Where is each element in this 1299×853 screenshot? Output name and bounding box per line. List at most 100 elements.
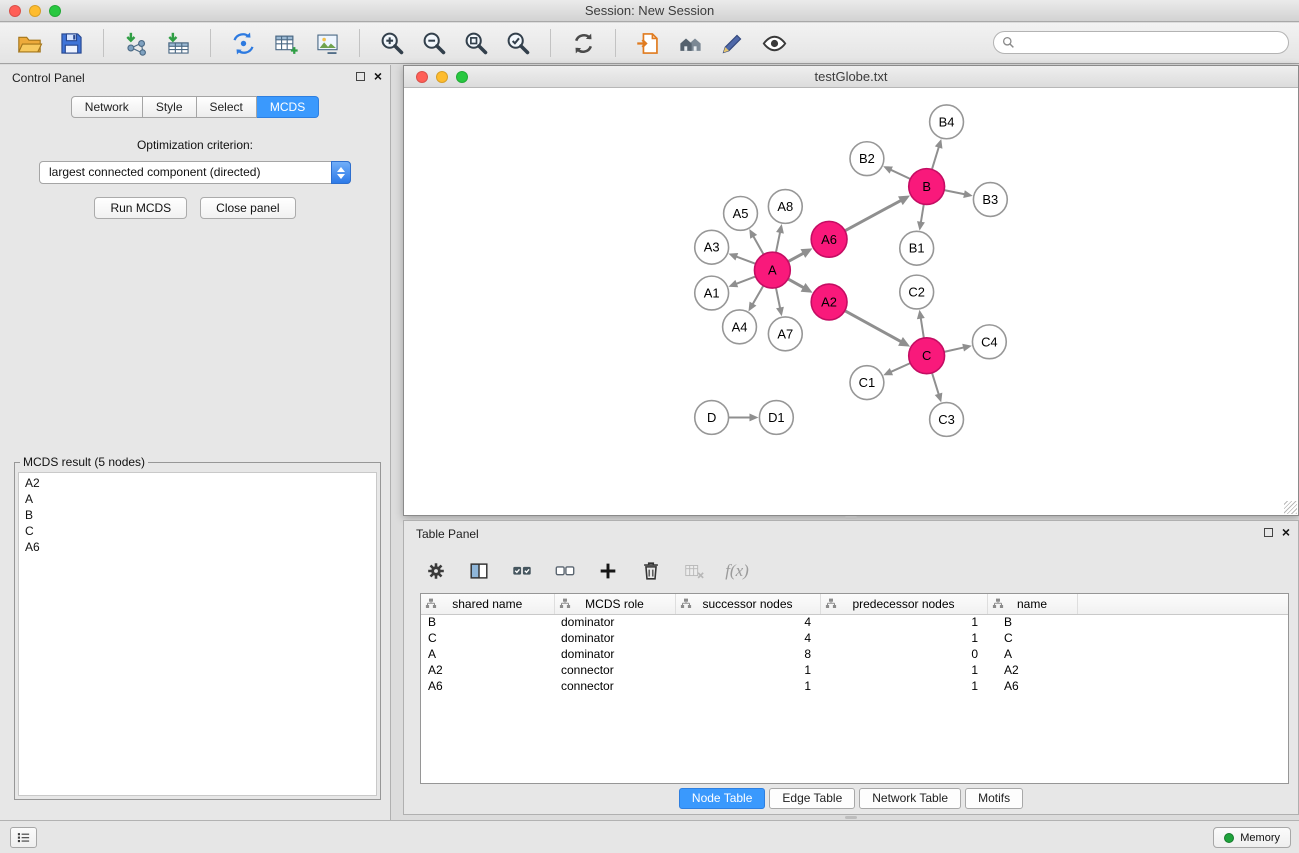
table-row[interactable]: Adominator80A (421, 646, 1288, 662)
network-minimize-button[interactable] (436, 71, 448, 83)
table-cell[interactable]: 1 (820, 662, 987, 678)
graph-edge-C-C4[interactable] (944, 344, 972, 352)
network-close-button[interactable] (416, 71, 428, 83)
graph-node-C[interactable]: C (909, 338, 945, 374)
graph-node-A6[interactable]: A6 (811, 221, 847, 257)
graph-edge-B-B3[interactable] (944, 190, 973, 198)
graph-node-A8[interactable]: A8 (768, 190, 802, 224)
table-cell[interactable]: C (987, 630, 1077, 646)
bottom-splitter-handle[interactable] (845, 816, 857, 819)
add-column-button[interactable] (594, 557, 622, 585)
new-table-button[interactable] (264, 25, 306, 61)
open-session-button[interactable] (8, 25, 50, 61)
table-cell[interactable]: A2 (421, 662, 554, 678)
graph-edge-A-A2[interactable] (788, 279, 813, 293)
gear-button[interactable] (422, 557, 450, 585)
table-cell[interactable]: 8 (675, 646, 820, 662)
resize-grip-icon[interactable] (1284, 501, 1297, 514)
table-row[interactable]: A6connector11A6 (421, 678, 1288, 694)
graph-node-C2[interactable]: C2 (900, 275, 934, 309)
graph-node-A2[interactable]: A2 (811, 284, 847, 320)
column-header[interactable]: MCDS role (554, 594, 675, 614)
graph-edge-A-A8[interactable] (776, 224, 784, 253)
minimize-window-button[interactable] (29, 5, 41, 17)
network-graph[interactable]: B4B2BB3A5A8A6B1A3AA1A2C2A4A7C4CC1C3DD1 (405, 89, 1297, 514)
graph-node-B2[interactable]: B2 (850, 142, 884, 176)
tab-select[interactable]: Select (197, 96, 257, 118)
tab-network[interactable]: Network (71, 96, 143, 118)
close-window-button[interactable] (9, 5, 21, 17)
graph-edge-C-C3[interactable] (932, 373, 942, 402)
table-cell[interactable]: 0 (820, 646, 987, 662)
table-row[interactable]: Cdominator41C (421, 630, 1288, 646)
graph-node-A4[interactable]: A4 (723, 310, 757, 344)
table-cell[interactable]: A6 (987, 678, 1077, 694)
open-document-button[interactable] (627, 25, 669, 61)
network-canvas[interactable]: B4B2BB3A5A8A6B1A3AA1A2C2A4A7C4CC1C3DD1 (405, 89, 1297, 514)
graph-node-A1[interactable]: A1 (695, 276, 729, 310)
columns-button[interactable] (465, 557, 493, 585)
table-row[interactable]: A2connector11A2 (421, 662, 1288, 678)
graph-node-A[interactable]: A (754, 252, 790, 288)
zoom-in-button[interactable] (371, 25, 413, 61)
graph-edge-A6-B[interactable] (845, 196, 910, 231)
refresh-button[interactable] (562, 25, 604, 61)
graph-edge-A-A7[interactable] (776, 288, 784, 317)
task-history-button[interactable] (10, 827, 37, 848)
graph-edge-A-A3[interactable] (728, 253, 755, 264)
annotations-button[interactable] (711, 25, 753, 61)
search-box[interactable] (993, 31, 1289, 54)
table-cell[interactable]: dominator (554, 646, 675, 662)
graph-edge-B-B2[interactable] (883, 166, 910, 179)
home-button[interactable] (669, 25, 711, 61)
close-panel-button[interactable]: Close panel (200, 197, 295, 219)
mcds-result-list[interactable]: A2ABCA6 (18, 472, 377, 796)
export-image-button[interactable] (306, 25, 348, 61)
column-header[interactable]: successor nodes (675, 594, 820, 614)
delete-column-button[interactable] (637, 557, 665, 585)
graph-node-C1[interactable]: C1 (850, 366, 884, 400)
graph-node-D[interactable]: D (695, 401, 729, 435)
graph-node-A5[interactable]: A5 (724, 196, 758, 230)
table-cell[interactable]: 1 (675, 662, 820, 678)
eye-button[interactable] (753, 25, 795, 61)
table-cell[interactable]: A6 (421, 678, 554, 694)
search-input[interactable] (1020, 36, 1280, 50)
table-cell[interactable]: A2 (987, 662, 1077, 678)
table-cell[interactable]: connector (554, 678, 675, 694)
table-cell[interactable]: 1 (820, 630, 987, 646)
graph-edge-D-D1[interactable] (729, 413, 759, 421)
graph-edge-A-A6[interactable] (788, 248, 812, 261)
column-header[interactable]: predecessor nodes (820, 594, 987, 614)
table-cell[interactable]: A (987, 646, 1077, 662)
zoom-selected-button[interactable] (497, 25, 539, 61)
table-cell[interactable]: 1 (820, 614, 987, 630)
graph-node-A7[interactable]: A7 (768, 317, 802, 351)
graph-node-B[interactable]: B (909, 169, 945, 205)
table-cell[interactable]: A (421, 646, 554, 662)
graph-edge-C-C1[interactable] (883, 363, 910, 375)
select-all-button[interactable] (508, 557, 536, 585)
table-cell[interactable]: B (987, 614, 1077, 630)
tab-style[interactable]: Style (143, 96, 197, 118)
tab-mcds[interactable]: MCDS (257, 96, 319, 118)
table-cell[interactable]: C (421, 630, 554, 646)
table-cell[interactable]: 1 (820, 678, 987, 694)
table-cell[interactable]: 4 (675, 630, 820, 646)
network-zoom-button[interactable] (456, 71, 468, 83)
tab-node-table[interactable]: Node Table (679, 788, 766, 809)
table-row[interactable]: Bdominator41B (421, 614, 1288, 630)
tab-network-table[interactable]: Network Table (859, 788, 961, 809)
graph-edge-C-C2[interactable] (917, 310, 925, 338)
select-stepper-icon[interactable] (331, 161, 351, 184)
save-session-button[interactable] (50, 25, 92, 61)
float-panel-icon[interactable] (356, 72, 365, 81)
graph-node-B4[interactable]: B4 (930, 105, 964, 139)
close-panel-icon[interactable]: × (374, 70, 382, 82)
table-cell[interactable]: 1 (675, 678, 820, 694)
zoom-out-button[interactable] (413, 25, 455, 61)
tab-edge-table[interactable]: Edge Table (769, 788, 855, 809)
column-header[interactable]: name (987, 594, 1077, 614)
graph-node-D1[interactable]: D1 (759, 401, 793, 435)
import-network-button[interactable] (115, 25, 157, 61)
